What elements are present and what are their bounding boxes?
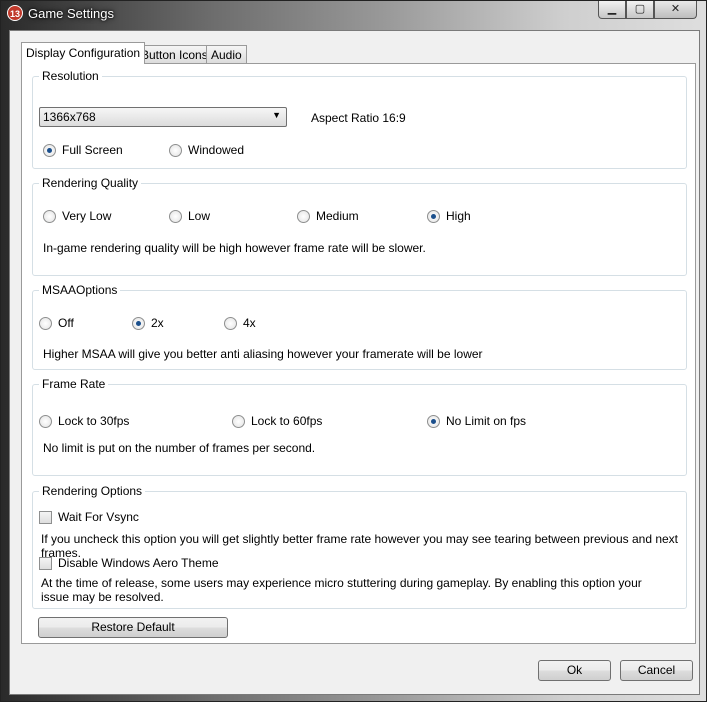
radio-label: Medium (316, 209, 359, 223)
ok-button[interactable]: Ok (538, 660, 611, 681)
group-title: MSAAOptions (39, 283, 121, 297)
msaa-group: MSAAOptions Off 2x 4x Higher MSAA will g… (32, 283, 687, 370)
radio-label: 4x (243, 316, 256, 330)
window-title: Game Settings (28, 6, 114, 21)
resolution-group: Resolution 1366x768 ▼ Aspect Ratio 16:9 … (32, 69, 687, 169)
game-settings-window: 13 Game Settings ▁ ▢ ✕ Display Configura… (0, 0, 707, 702)
checkbox-label: Disable Windows Aero Theme (58, 556, 219, 570)
close-button[interactable]: ✕ (654, 1, 697, 19)
radio-label: Lock to 30fps (58, 414, 130, 428)
display-configuration-panel: Resolution 1366x768 ▼ Aspect Ratio 16:9 … (21, 63, 696, 644)
maximize-button[interactable]: ▢ (626, 1, 654, 19)
tab-audio[interactable]: Audio (206, 45, 247, 63)
radio-msaa-off[interactable]: Off (39, 316, 74, 330)
tab-button-icons[interactable]: Button Icons (136, 45, 213, 63)
title-bar: 13 Game Settings ▁ ▢ ✕ (1, 1, 706, 27)
rendering-quality-group: Rendering Quality Very Low Low Medium Hi… (32, 176, 687, 276)
radio-no-limit-fps[interactable]: No Limit on fps (427, 414, 526, 428)
radio-selected-icon (427, 210, 440, 223)
aero-description: At the time of release, some users may e… (41, 576, 642, 604)
radio-selected-icon (132, 317, 145, 330)
radio-selected-icon (43, 144, 56, 157)
app-logo-icon: 13 (7, 5, 23, 21)
radio-lock-30fps[interactable]: Lock to 30fps (39, 414, 129, 428)
checkbox-label: Wait For Vsync (58, 510, 139, 524)
group-title: Rendering Quality (39, 176, 142, 190)
frame-rate-description: No limit is put on the number of frames … (43, 441, 316, 455)
minimize-icon: ▁ (607, 3, 617, 15)
resolution-dropdown[interactable]: 1366x768 ▼ (39, 107, 287, 127)
radio-very-low[interactable]: Very Low (43, 209, 111, 223)
radio-label: Full Screen (62, 143, 123, 157)
cancel-button[interactable]: Cancel (620, 660, 693, 681)
radio-medium[interactable]: Medium (297, 209, 359, 223)
minimize-button[interactable]: ▁ (598, 1, 626, 19)
chevron-down-icon: ▼ (272, 110, 281, 120)
group-title: Rendering Options (39, 484, 146, 498)
radio-label: Very Low (62, 209, 112, 223)
radio-label: Windowed (188, 143, 245, 157)
radio-selected-icon (427, 415, 440, 428)
frame-rate-group: Frame Rate Lock to 30fps Lock to 60fps N… (32, 377, 687, 476)
radio-unselected-icon (39, 317, 52, 330)
checkbox-disable-aero-theme[interactable]: Disable Windows Aero Theme (39, 556, 219, 570)
aspect-ratio-label: Aspect Ratio 16:9 (311, 111, 406, 125)
checkbox-unchecked-icon (39, 557, 52, 570)
tab-label: Button Icons (141, 48, 208, 62)
rendering-quality-description: In-game rendering quality will be high h… (43, 241, 426, 255)
msaa-description: Higher MSAA will give you better anti al… (43, 347, 483, 361)
group-title: Frame Rate (39, 377, 109, 391)
radio-unselected-icon (39, 415, 52, 428)
radio-lock-60fps[interactable]: Lock to 60fps (232, 414, 322, 428)
radio-label: 2x (151, 316, 164, 330)
radio-msaa-2x[interactable]: 2x (132, 316, 164, 330)
restore-default-button[interactable]: Restore Default (38, 617, 228, 638)
radio-label: Low (188, 209, 211, 223)
radio-unselected-icon (297, 210, 310, 223)
radio-unselected-icon (169, 144, 182, 157)
tab-display-configuration[interactable]: Display Configuration (21, 42, 146, 64)
radio-unselected-icon (224, 317, 237, 330)
radio-unselected-icon (43, 210, 56, 223)
maximize-icon: ▢ (634, 3, 646, 15)
radio-label: High (446, 209, 471, 223)
group-title: Resolution (39, 69, 102, 83)
radio-low[interactable]: Low (169, 209, 210, 223)
radio-unselected-icon (169, 210, 182, 223)
tab-label: Audio (211, 48, 242, 62)
radio-unselected-icon (232, 415, 245, 428)
radio-label: Off (58, 316, 74, 330)
checkbox-wait-for-vsync[interactable]: Wait For Vsync (39, 510, 139, 524)
rendering-options-group: Rendering Options Wait For Vsync If you … (32, 484, 687, 609)
radio-msaa-4x[interactable]: 4x (224, 316, 256, 330)
resolution-value: 1366x768 (43, 110, 96, 124)
radio-full-screen[interactable]: Full Screen (43, 143, 123, 157)
radio-label: No Limit on fps (446, 414, 527, 428)
checkbox-unchecked-icon (39, 511, 52, 524)
close-icon: ✕ (670, 3, 681, 15)
dialog-body: Display Configuration Button Icons Audio… (9, 30, 700, 695)
radio-label: Lock to 60fps (251, 414, 323, 428)
radio-high[interactable]: High (427, 209, 471, 223)
radio-windowed[interactable]: Windowed (169, 143, 244, 157)
tab-label: Display Configuration (26, 46, 141, 60)
